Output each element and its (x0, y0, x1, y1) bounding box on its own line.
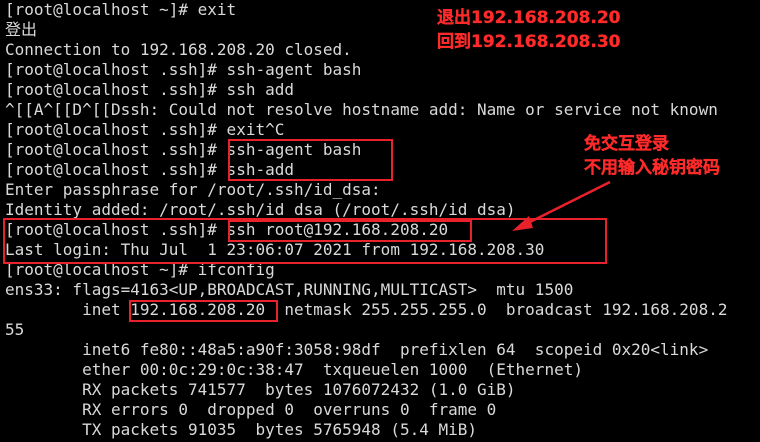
annotation-exit-note-line2: 回到192.168.208.30 (437, 32, 621, 52)
terminal-line: ens33: flags=4163<UP,BROADCAST,RUNNING,M… (5, 280, 574, 299)
terminal-line: TX packets 91035 bytes 5765948 (5.4 MiB) (5, 420, 478, 439)
terminal-window[interactable]: [root@localhost ~]# exit 登出 Connection t… (0, 0, 760, 442)
terminal-line: Identity added: /root/.ssh/id_dsa (/root… (5, 200, 516, 219)
annotation-login-note-line2: 不用输入秘钥密码 (584, 158, 720, 178)
highlight-box-ssh-command (228, 220, 472, 242)
terminal-line: [root@localhost .ssh]# exit^C (5, 120, 285, 139)
terminal-line: ether 00:0c:29:0c:38:47 txqueuelen 1000 … (5, 360, 583, 379)
terminal-line: RX packets 741577 bytes 1076072432 (1.0 … (5, 380, 516, 399)
highlight-box-ssh-add (228, 139, 393, 181)
annotation-exit-note-line1: 退出192.168.208.20 (437, 8, 621, 28)
terminal-line: 登出 (5, 20, 38, 39)
terminal-line: [root@localhost .ssh]# ssh-agent bash (5, 60, 362, 79)
highlight-box-inet-address (129, 300, 278, 322)
terminal-line: inet6 fe80::48a5:a90f:3058:98df prefixle… (5, 340, 709, 359)
terminal-line: RX errors 0 dropped 0 overruns 0 frame 0 (5, 400, 497, 419)
terminal-line: Connection to 192.168.208.20 closed. (5, 40, 352, 59)
terminal-line: [root@localhost ~]# exit (5, 0, 237, 19)
annotation-login-note-line1: 免交互登录 (584, 134, 669, 154)
terminal-line: 55 (5, 320, 25, 339)
terminal-line: [root@localhost .ssh]# ssh add (5, 80, 294, 99)
terminal-line: ^[[A^[[D^[[Dssh: Could not resolve hostn… (5, 100, 718, 119)
terminal-line: inet 192.168.208.20 netmask 255.255.255.… (5, 300, 728, 319)
terminal-line: Enter passphrase for /root/.ssh/id_dsa: (5, 180, 381, 199)
